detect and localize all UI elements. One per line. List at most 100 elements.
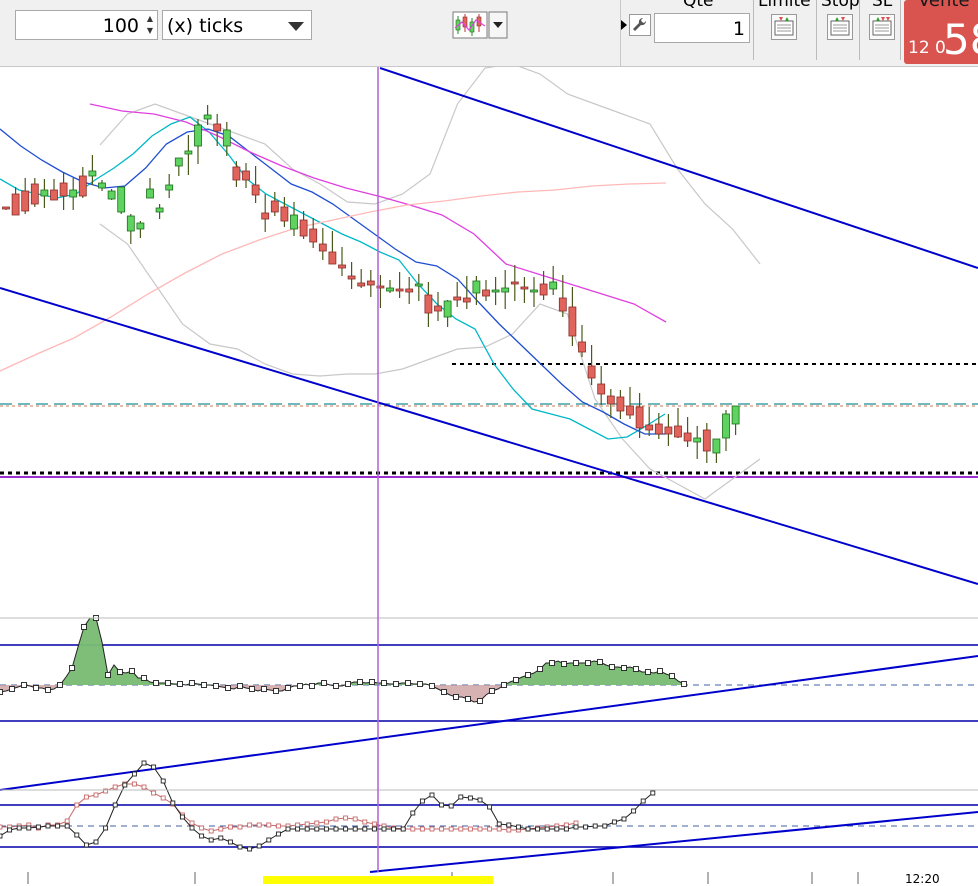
osc2-main-marker bbox=[151, 764, 157, 770]
osc2-signal-marker bbox=[314, 820, 320, 826]
osc2-main-marker bbox=[7, 827, 13, 833]
candle-body bbox=[357, 282, 366, 287]
osc2-signal-marker bbox=[237, 824, 243, 830]
osc2-signal-marker bbox=[343, 815, 349, 821]
candle-body bbox=[606, 395, 615, 405]
osc2-signal-marker bbox=[256, 822, 262, 828]
osc2-signal-marker bbox=[506, 827, 512, 833]
trend-line-lower bbox=[0, 287, 978, 585]
limit-order-button[interactable] bbox=[771, 14, 797, 40]
osc1-marker bbox=[681, 681, 687, 687]
candle-body bbox=[280, 206, 289, 222]
osc1-marker bbox=[225, 685, 231, 691]
osc1-marker bbox=[645, 669, 651, 675]
osc2-main-marker bbox=[45, 823, 51, 829]
candle-body bbox=[683, 432, 692, 442]
sl-order-button[interactable] bbox=[869, 14, 895, 40]
spin-up-icon[interactable]: ▲ bbox=[147, 15, 153, 23]
osc2-main-marker bbox=[74, 832, 80, 838]
osc1-marker bbox=[609, 664, 615, 670]
spin-down-icon[interactable]: ▼ bbox=[147, 27, 153, 35]
candle-body bbox=[616, 396, 625, 412]
osc1-marker bbox=[33, 685, 39, 691]
osc1-marker bbox=[45, 687, 51, 693]
osc1-marker bbox=[657, 668, 663, 674]
osc2-main-marker bbox=[35, 824, 41, 830]
ma-fast-line bbox=[0, 116, 666, 440]
candle-body bbox=[443, 300, 452, 318]
osc2-signal-marker bbox=[419, 826, 425, 832]
stop-header: Stop bbox=[821, 0, 860, 11]
interval-unit-select[interactable]: (x) ticks bbox=[162, 10, 312, 40]
sell-button[interactable]: Vente 12 0 58 bbox=[904, 0, 978, 64]
quantity-input[interactable]: 1 bbox=[654, 13, 750, 43]
candle-body bbox=[482, 289, 490, 297]
osc2-signal-marker bbox=[275, 823, 281, 829]
indicator-selector-button[interactable] bbox=[452, 10, 508, 40]
osc2-main-marker bbox=[631, 808, 637, 814]
settings-button[interactable] bbox=[629, 14, 651, 36]
candle-body bbox=[184, 150, 193, 155]
osc1-area-positive bbox=[0, 618, 684, 685]
candle-body bbox=[693, 437, 702, 443]
indicator-selector-icon bbox=[452, 11, 508, 39]
osc1-marker bbox=[525, 672, 531, 678]
osc1-marker bbox=[501, 682, 507, 688]
osc2-main-marker bbox=[160, 778, 166, 784]
osc2-main-marker bbox=[275, 831, 281, 837]
osc2-main-marker bbox=[467, 795, 473, 801]
candle-body bbox=[261, 212, 270, 220]
osc2-main-marker bbox=[122, 782, 128, 788]
osc1-marker bbox=[237, 683, 243, 689]
osc2-signal-marker bbox=[227, 824, 233, 830]
osc1-marker bbox=[129, 668, 135, 674]
osc1-marker bbox=[405, 680, 411, 686]
price-chart-area[interactable] bbox=[0, 0, 978, 884]
osc1-marker bbox=[69, 665, 75, 671]
trend-line-upper bbox=[379, 67, 978, 269]
osc1-marker bbox=[117, 669, 123, 675]
candle-body bbox=[21, 190, 30, 212]
column-separator bbox=[859, 0, 860, 60]
osc2-signal-marker bbox=[439, 826, 445, 832]
candle-body bbox=[40, 189, 49, 197]
candle-body bbox=[578, 341, 586, 353]
osc2-main-marker bbox=[314, 826, 320, 832]
candle-body bbox=[472, 280, 481, 294]
osc2-main-marker bbox=[439, 802, 445, 808]
osc2-main-marker bbox=[304, 826, 310, 832]
chevron-down-icon[interactable] bbox=[288, 22, 304, 31]
candle-body bbox=[645, 424, 654, 431]
osc2-main-marker bbox=[323, 826, 329, 832]
tick-count-spinner[interactable]: 100 ▲ ▼ bbox=[15, 10, 158, 40]
osc1-marker bbox=[453, 694, 459, 700]
candle-body bbox=[11, 193, 20, 216]
candle-body bbox=[501, 287, 510, 293]
stop-order-button[interactable] bbox=[827, 14, 853, 40]
candle-body bbox=[30, 183, 39, 205]
candle-body bbox=[539, 283, 548, 296]
osc2-main-marker bbox=[371, 826, 377, 832]
osc2-main-marker bbox=[496, 821, 502, 827]
candle-body bbox=[434, 305, 442, 312]
osc2-signal-marker bbox=[352, 816, 358, 822]
osc2-signal-marker bbox=[467, 826, 473, 832]
candle-body bbox=[251, 184, 260, 196]
sell-price-small: 12 0 bbox=[908, 38, 946, 58]
osc2-main-marker bbox=[506, 822, 512, 828]
candle-body bbox=[558, 297, 567, 312]
osc2-main-marker bbox=[179, 814, 185, 820]
osc2-main-marker bbox=[583, 824, 589, 830]
osc1-marker bbox=[249, 686, 255, 692]
osc1-marker bbox=[441, 689, 447, 695]
candle-body bbox=[59, 182, 68, 197]
osc1-marker bbox=[573, 660, 579, 666]
osc2-signal-marker bbox=[477, 826, 483, 832]
sell-header: Vente bbox=[918, 0, 970, 11]
osc2-main-marker bbox=[189, 825, 195, 831]
candle-body bbox=[654, 423, 663, 435]
osc2-signal-marker bbox=[160, 795, 166, 801]
osc2-main-marker bbox=[343, 826, 349, 832]
collapse-panel-arrow-icon[interactable] bbox=[621, 20, 627, 30]
osc2-main-marker bbox=[103, 825, 109, 831]
